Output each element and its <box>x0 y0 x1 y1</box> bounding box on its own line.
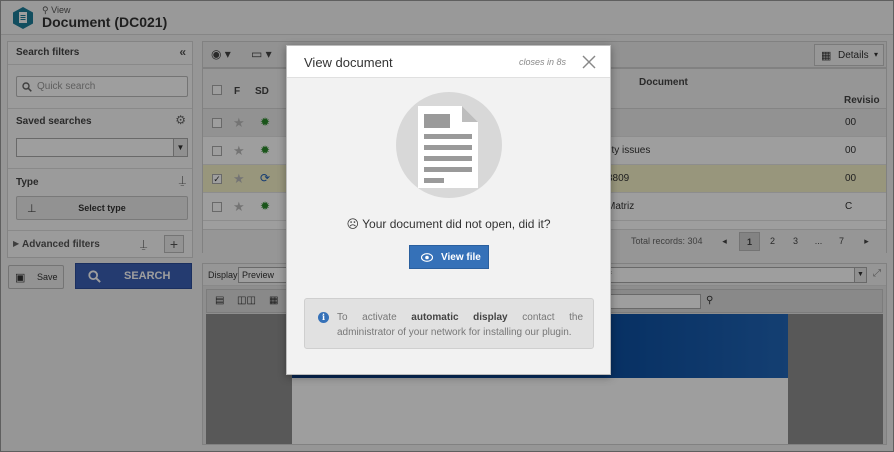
view-file-label: View file <box>441 252 481 263</box>
info-icon: i <box>318 312 329 323</box>
auto-close-countdown: closes in 8s <box>519 57 567 67</box>
eye-icon <box>421 253 433 262</box>
view-document-dialog: View document closes in 8s ☹ Your docume… <box>286 45 611 375</box>
dialog-message: ☹ Your document did not open, did it? <box>287 217 610 231</box>
plugin-info-text: To activate automatic display contact th… <box>337 310 583 340</box>
info-prefix: To activate <box>337 312 397 323</box>
view-file-button[interactable]: View file <box>409 245 489 269</box>
document-icon <box>418 106 478 188</box>
dialog-message-text: Your document did not open, did it? <box>362 217 551 231</box>
plugin-info-box: i To activate automatic display contact … <box>304 298 594 349</box>
close-icon[interactable] <box>581 54 597 70</box>
dialog-header: View document closes in 8s <box>287 46 610 78</box>
document-illustration <box>396 92 502 198</box>
info-bold: automatic display <box>411 312 508 323</box>
dialog-title: View document <box>304 55 393 70</box>
sad-face-icon: ☹ <box>346 217 359 231</box>
